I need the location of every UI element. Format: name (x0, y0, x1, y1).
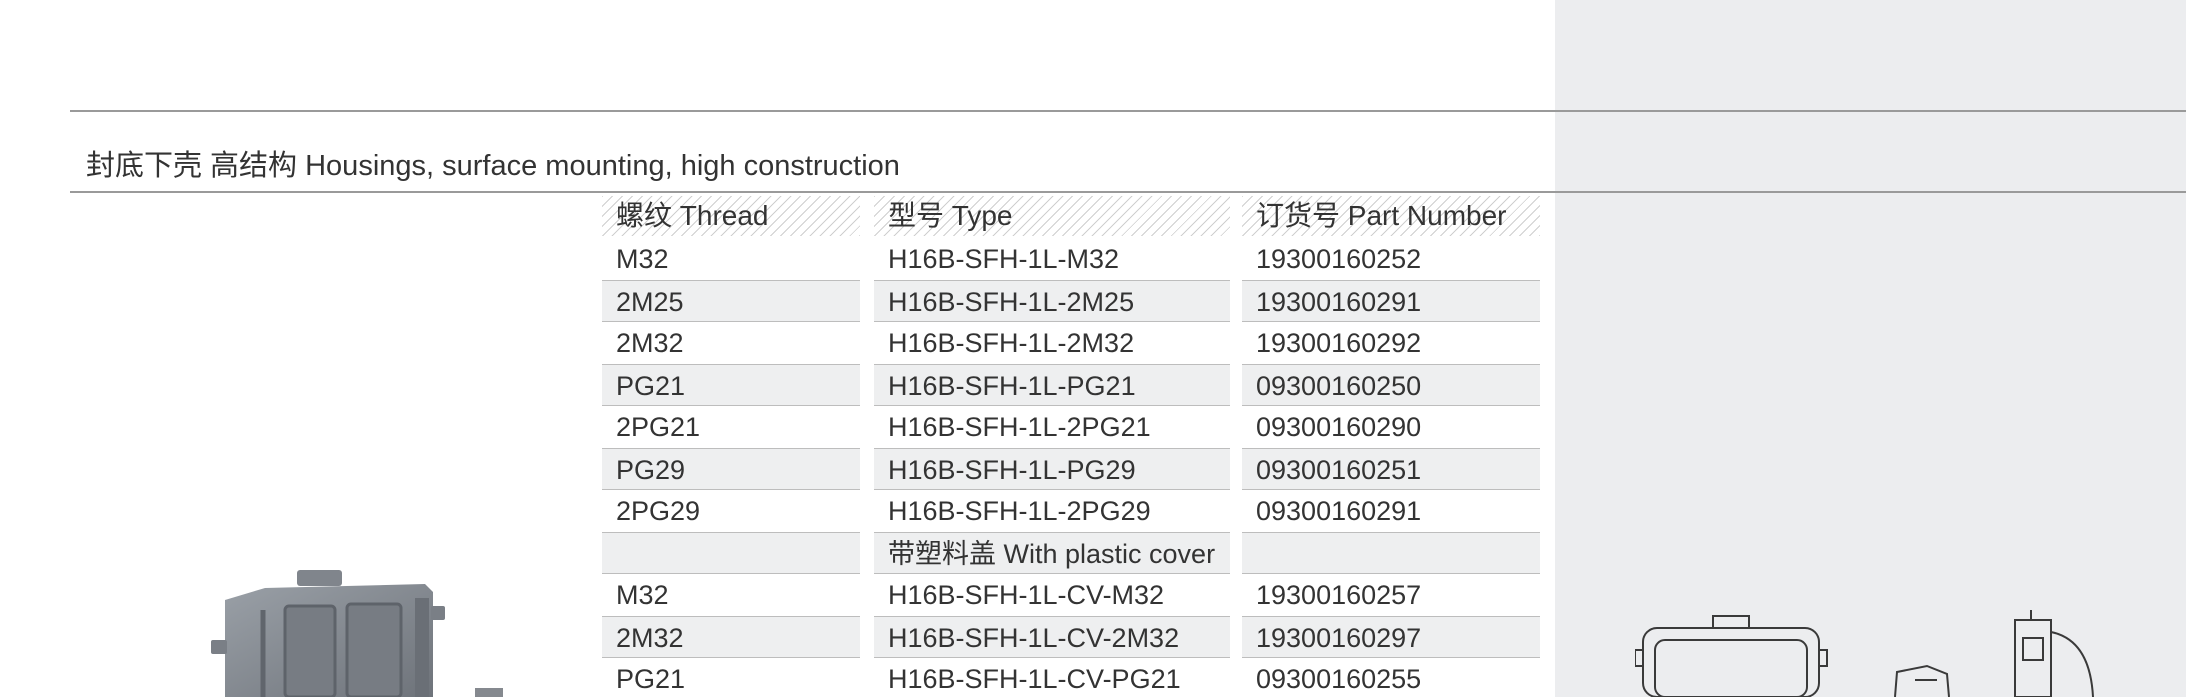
part-number-cell: 09300160250 (1242, 364, 1540, 406)
thread-cell: 2M32 (616, 328, 684, 358)
table-row: PG29 H16B-SFH-1L-PG29 09300160251 (602, 448, 1540, 490)
housing-photo (211, 570, 503, 697)
thread-cell: PG21 (616, 664, 686, 694)
table-row: 2PG29 H16B-SFH-1L-2PG29 09300160291 (602, 490, 1540, 532)
type-cell: H16B-SFH-1L-CV-2M32 (874, 616, 1230, 658)
table-row: PG21 H16B-SFH-1L-PG21 09300160250 (602, 364, 1540, 406)
type-cell: H16B-SFH-1L-2M25 (874, 280, 1230, 322)
type-cell: H16B-SFH-1L-PG21 (874, 364, 1230, 406)
part-number-cell: 09300160291 (1256, 496, 1422, 526)
type-cell: H16B-SFH-1L-CV-PG21 (888, 664, 1181, 694)
type-cell: H16B-SFH-1L-2PG21 (888, 412, 1151, 442)
technical-drawing (1635, 610, 2094, 697)
table-row: 2PG21 H16B-SFH-1L-2PG21 09300160290 (602, 406, 1540, 448)
part-number-cell: 09300160251 (1242, 448, 1540, 490)
table-row: PG21 H16B-SFH-1L-CV-PG21 09300160255 (602, 658, 1540, 700)
type-cell: H16B-SFH-1L-2M32 (888, 328, 1135, 358)
table-row: 2M32 H16B-SFH-1L-2M32 19300160292 (602, 322, 1540, 364)
header-part-number: 订货号 Part Number (1242, 196, 1540, 236)
thread-cell: 2M25 (602, 280, 860, 322)
part-number-cell: 19300160257 (1256, 580, 1422, 610)
thread-cell: M32 (616, 580, 669, 610)
type-cell: H16B-SFH-1L-M32 (888, 244, 1120, 274)
table-row: 2M32 H16B-SFH-1L-CV-2M32 19300160297 (602, 616, 1540, 658)
type-cell: H16B-SFH-1L-2PG29 (888, 496, 1151, 526)
part-number-cell (1242, 532, 1540, 574)
thread-cell: PG29 (602, 448, 860, 490)
thread-cell: 2PG29 (616, 496, 701, 526)
part-number-cell: 09300160290 (1256, 412, 1422, 442)
header-divider (70, 191, 2186, 193)
table-row: M32 H16B-SFH-1L-CV-M32 19300160257 (602, 574, 1540, 616)
type-cell: H16B-SFH-1L-CV-M32 (888, 580, 1165, 610)
section-title: 封底下壳 高结构 Housings, surface mounting, hig… (86, 150, 900, 182)
side-panel (1555, 0, 2186, 697)
part-number-cell: 19300160252 (1256, 244, 1422, 274)
part-number-cell: 09300160255 (1256, 664, 1422, 694)
table-row: M32 H16B-SFH-1L-M32 19300160252 (602, 238, 1540, 280)
thread-cell: M32 (616, 244, 669, 274)
plastic-cover-subheading: 带塑料盖 With plastic cover (874, 532, 1230, 574)
part-number-cell: 19300160297 (1242, 616, 1540, 658)
type-cell: H16B-SFH-1L-PG29 (874, 448, 1230, 490)
thread-cell: 2PG21 (616, 412, 701, 442)
thread-cell (602, 532, 860, 574)
top-divider (70, 110, 2186, 112)
part-number-cell: 19300160291 (1242, 280, 1540, 322)
table-row-subheading: 带塑料盖 With plastic cover (602, 532, 1540, 574)
header-type: 型号 Type (874, 196, 1230, 236)
part-number-cell: 19300160292 (1256, 328, 1422, 358)
thread-cell: PG21 (602, 364, 860, 406)
header-thread: 螺纹 Thread (602, 196, 860, 236)
table-row: 2M25 H16B-SFH-1L-2M25 19300160291 (602, 280, 1540, 322)
thread-cell: 2M32 (602, 616, 860, 658)
